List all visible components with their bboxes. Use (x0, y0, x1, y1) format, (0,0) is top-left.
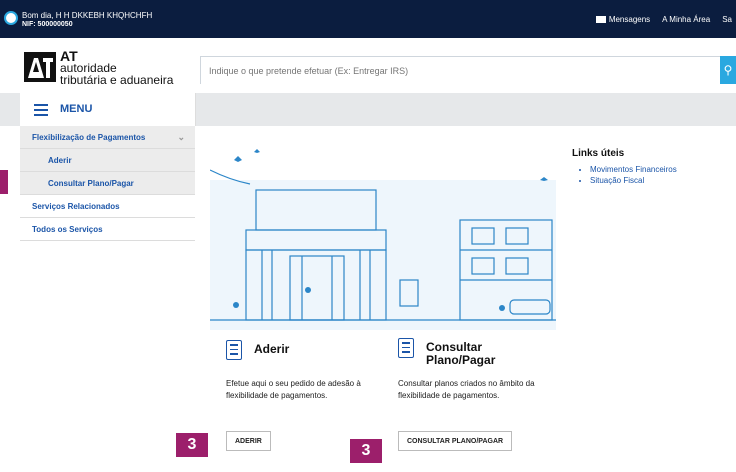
at-brand-logo[interactable]: AT autoridade tributária e aduaneira (24, 49, 194, 87)
card-title: Aderir (254, 342, 290, 356)
step-badge: 3 (176, 433, 208, 457)
envelope-icon (595, 15, 606, 23)
link-situacao-fiscal[interactable]: Situação Fiscal (590, 176, 677, 185)
tax-office-illustration (210, 149, 556, 330)
brand-line3: tributária e aduaneira (60, 73, 174, 87)
search-icon: ⚲ (723, 63, 733, 77)
menu-item-flexibilizacao[interactable]: Flexibilização de Pagamentos ⌄ (20, 126, 195, 149)
greeting-text: Bom dia, H H DKKEBH KHQHCHFH (22, 11, 153, 20)
portal-logo-icon (4, 11, 18, 25)
menu-toggle[interactable]: MENU (20, 93, 196, 126)
link-movimentos-financeiros[interactable]: Movimentos Financeiros (590, 165, 677, 174)
menu-item-servicos-relacionados[interactable]: Serviços Relacionados (20, 195, 195, 218)
left-edge-badge (0, 170, 8, 194)
brand-text: AT autoridade tributária e aduaneira (60, 49, 174, 87)
menu-title: MENU (60, 103, 93, 115)
top-bar: Bom dia, H H DKKEBH KHQHCHFH NIF: 500000… (0, 0, 736, 38)
search-input[interactable] (201, 57, 729, 85)
menu-item-todos-servicos[interactable]: Todos os Serviços (20, 218, 195, 241)
consultar-plano-pagar-button[interactable]: CONSULTAR PLANO/PAGAR (398, 431, 513, 451)
nif-text: NIF: 500000050 (22, 21, 73, 28)
side-menu: Flexibilização de Pagamentos ⌄ Aderir Co… (20, 126, 195, 241)
messages-link[interactable]: Mensagens (595, 14, 651, 24)
card-consultar: Consultar Plano/Pagar Consultar planos c… (398, 338, 558, 418)
search-box (200, 56, 729, 85)
menu-item-label: Flexibilização de Pagamentos (32, 133, 146, 142)
messages-label: Mensagens (608, 14, 651, 24)
card-title: Consultar Plano/Pagar (426, 340, 496, 367)
aderir-button[interactable]: ADERIR (226, 431, 271, 451)
search-button[interactable]: ⚲ (720, 56, 736, 84)
menu-item-aderir[interactable]: Aderir (20, 149, 195, 172)
exit-link[interactable]: Sa (722, 15, 732, 24)
document-icon (226, 340, 242, 360)
hamburger-icon (34, 104, 48, 116)
card-description: Consultar planos criados no âmbito da fl… (398, 379, 535, 400)
card-aderir: Aderir Efetue aqui o seu pedido de adesã… (226, 340, 386, 420)
chevron-down-icon: ⌄ (177, 132, 185, 142)
my-area-link[interactable]: A Minha Área (662, 15, 710, 24)
useful-links-title: Links úteis (572, 148, 625, 159)
card-description: Efetue aqui o seu pedido de adesão à fle… (226, 379, 361, 400)
step-badge: 3 (350, 439, 382, 463)
useful-links: Links úteis Movimentos Financeiros Situa… (572, 148, 677, 187)
useful-links-list: Movimentos Financeiros Situação Fiscal (572, 165, 677, 185)
at-logo-icon (24, 52, 56, 82)
top-links: Mensagens A Minha Área Sa (595, 0, 736, 38)
document-icon (398, 338, 414, 358)
menu-item-consultar[interactable]: Consultar Plano/Pagar (20, 172, 195, 195)
